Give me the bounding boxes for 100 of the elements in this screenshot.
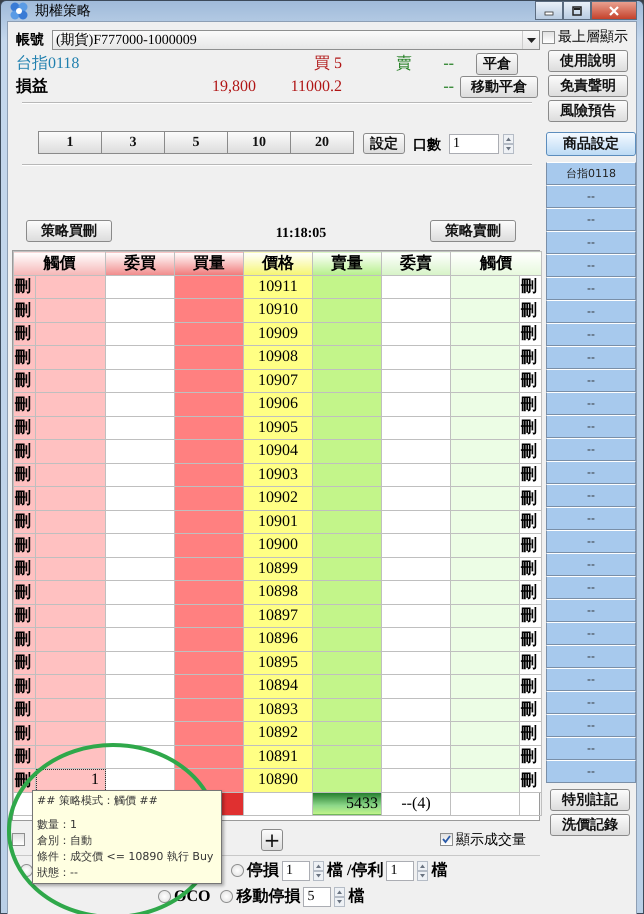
ask-order-cell[interactable] [382, 275, 450, 298]
trigger-price-cell[interactable] [450, 604, 520, 628]
ask-volume-cell[interactable] [312, 698, 382, 722]
delete-button[interactable]: 刪 [14, 416, 36, 440]
product-slot[interactable]: -- [546, 714, 636, 737]
trigger-price-cell[interactable] [36, 651, 106, 674]
ask-order-cell[interactable] [382, 628, 450, 651]
trigger-price-cell[interactable] [450, 722, 520, 745]
bid-volume-cell[interactable] [174, 369, 244, 392]
delete-button[interactable]: 刪 [14, 604, 36, 628]
ask-volume-cell[interactable] [312, 604, 382, 628]
ask-order-cell[interactable] [382, 463, 450, 486]
price-cell[interactable]: 10910 [244, 298, 312, 322]
price-cell[interactable]: 10908 [244, 346, 312, 369]
ask-volume-cell[interactable] [312, 510, 382, 534]
trigger-price-cell[interactable] [36, 486, 106, 510]
ask-order-cell[interactable] [382, 557, 450, 580]
product-slot[interactable]: -- [546, 599, 636, 622]
product-slot[interactable]: -- [546, 576, 636, 599]
product-slot[interactable]: -- [546, 484, 636, 507]
price-cell[interactable]: 10896 [244, 628, 312, 651]
product-slot[interactable]: -- [546, 507, 636, 530]
minimize-button[interactable] [535, 1, 563, 20]
trigger-price-cell[interactable] [36, 346, 106, 369]
ask-volume-cell[interactable] [312, 346, 382, 369]
product-slot[interactable]: -- [546, 530, 636, 553]
delete-button[interactable]: 刪 [14, 369, 36, 392]
close-position-button[interactable]: 平倉 [476, 52, 518, 74]
ask-volume-cell[interactable] [312, 486, 382, 510]
trigger-price-cell[interactable] [450, 698, 520, 722]
ask-volume-cell[interactable] [312, 628, 382, 651]
ask-volume-cell[interactable] [312, 416, 382, 440]
bid-volume-cell[interactable] [174, 604, 244, 628]
delete-button[interactable]: 刪 [520, 768, 542, 792]
delete-button[interactable]: 刪 [14, 628, 36, 651]
note-button[interactable]: 特別註記 [550, 789, 630, 811]
product-slot[interactable]: -- [546, 760, 636, 783]
delete-button[interactable]: 刪 [14, 440, 36, 463]
bid-volume-cell[interactable] [174, 651, 244, 674]
trigger-price-cell[interactable] [450, 346, 520, 369]
bid-order-cell[interactable] [106, 275, 174, 298]
bid-order-cell[interactable] [106, 557, 174, 580]
trigger-price-cell[interactable] [36, 534, 106, 557]
bid-volume-cell[interactable] [174, 580, 244, 604]
stop-loss-field[interactable]: 1 [282, 860, 310, 880]
ask-order-cell[interactable] [382, 722, 450, 745]
delete-button[interactable]: 刪 [520, 440, 542, 463]
product-slot[interactable]: 台指0118 [546, 162, 636, 185]
price-cell[interactable]: 10890 [244, 768, 312, 792]
trigger-price-cell[interactable] [36, 510, 106, 534]
bid-order-cell[interactable] [106, 440, 174, 463]
ask-volume-cell[interactable] [312, 651, 382, 674]
delete-button[interactable]: 刪 [520, 534, 542, 557]
product-slot[interactable]: -- [546, 231, 636, 254]
ask-order-cell[interactable] [382, 322, 450, 346]
product-settings-button[interactable]: 商品設定 [546, 132, 636, 156]
bid-volume-cell[interactable] [174, 275, 244, 298]
trigger-price-cell[interactable] [36, 698, 106, 722]
price-cell[interactable]: 10901 [244, 510, 312, 534]
delete-button[interactable]: 刪 [520, 745, 542, 768]
delete-button[interactable]: 刪 [520, 651, 542, 674]
ask-volume-cell[interactable] [312, 322, 382, 346]
delete-button[interactable]: 刪 [14, 298, 36, 322]
ask-volume-cell[interactable] [312, 722, 382, 745]
ask-order-cell[interactable] [382, 486, 450, 510]
product-slot[interactable]: -- [546, 737, 636, 760]
bid-volume-cell[interactable] [174, 698, 244, 722]
bid-volume-cell[interactable] [174, 346, 244, 369]
maximize-button[interactable] [563, 1, 591, 20]
delete-button[interactable]: 刪 [520, 510, 542, 534]
bid-volume-cell[interactable] [174, 510, 244, 534]
ask-order-cell[interactable] [382, 604, 450, 628]
bid-order-cell[interactable] [106, 674, 174, 698]
trigger-price-cell[interactable] [450, 534, 520, 557]
product-slot[interactable]: -- [546, 645, 636, 668]
ask-order-cell[interactable] [382, 346, 450, 369]
delete-button[interactable]: 刪 [520, 322, 542, 346]
product-slot[interactable]: -- [546, 622, 636, 645]
bid-volume-cell[interactable] [174, 557, 244, 580]
trigger-price-cell[interactable] [36, 674, 106, 698]
radio-button[interactable] [220, 890, 234, 903]
radio-button[interactable] [231, 864, 244, 877]
delete-button[interactable]: 刪 [520, 698, 542, 722]
trigger-price-cell[interactable] [36, 580, 106, 604]
ask-order-cell[interactable] [382, 768, 450, 792]
price-cell[interactable]: 10894 [244, 674, 312, 698]
delete-button[interactable]: 刪 [520, 463, 542, 486]
product-slot[interactable]: -- [546, 208, 636, 231]
delete-button[interactable]: 刪 [520, 722, 542, 745]
strategy-buy-delete-button[interactable]: 策略買刪 [26, 220, 112, 242]
ask-volume-cell[interactable] [312, 463, 382, 486]
bid-order-cell[interactable] [106, 463, 174, 486]
trigger-price-cell[interactable] [36, 604, 106, 628]
trigger-price-cell[interactable] [36, 369, 106, 392]
delete-button[interactable]: 刪 [520, 346, 542, 369]
price-cell[interactable]: 10903 [244, 463, 312, 486]
product-slot[interactable]: -- [546, 691, 636, 714]
delete-button[interactable]: 刪 [14, 557, 36, 580]
trigger-price-cell[interactable] [36, 322, 106, 346]
bid-order-cell[interactable] [106, 604, 174, 628]
